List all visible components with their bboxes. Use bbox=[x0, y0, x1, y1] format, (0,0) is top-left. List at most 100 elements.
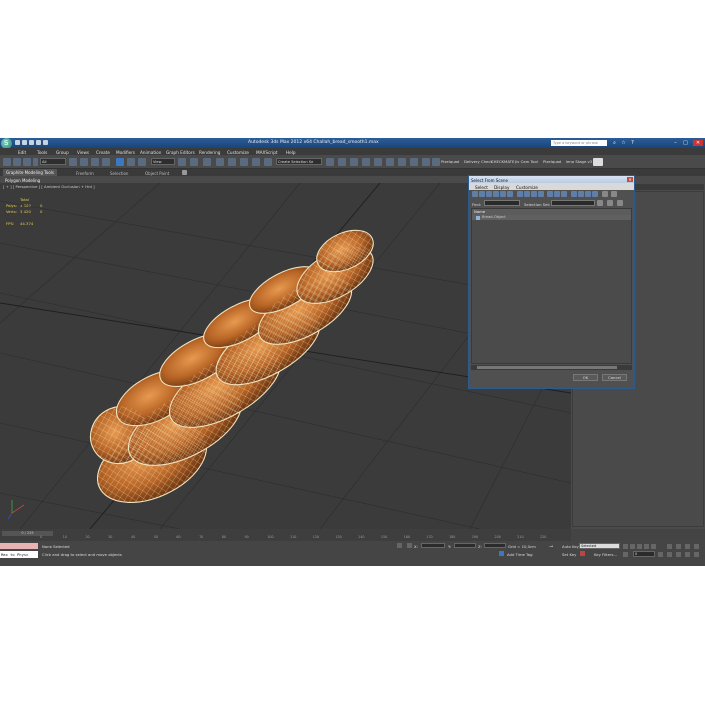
maximize-button[interactable]: □ bbox=[682, 140, 689, 146]
set-key-button[interactable]: Set Key bbox=[562, 552, 576, 557]
pin-icon[interactable] bbox=[607, 200, 613, 206]
tab-freeform[interactable]: Freeform bbox=[76, 171, 94, 176]
go-to-end-icon[interactable] bbox=[651, 544, 656, 549]
tab-object-paint[interactable]: Object Paint bbox=[145, 171, 169, 176]
pivot-icon[interactable] bbox=[178, 158, 186, 166]
sync-selection-icon[interactable] bbox=[571, 191, 577, 197]
search-icon[interactable]: ⌕ bbox=[611, 140, 618, 146]
auto-key-button[interactable]: Auto Key bbox=[562, 544, 579, 549]
reference-coord-dropdown[interactable]: View bbox=[151, 158, 175, 165]
rendered-frame-icon[interactable] bbox=[422, 158, 430, 166]
key-mode-toggle-icon[interactable] bbox=[623, 552, 628, 557]
menu-rendering[interactable]: Rendering bbox=[199, 150, 220, 155]
graphite-toggle-icon[interactable] bbox=[362, 158, 370, 166]
select-children-icon[interactable] bbox=[578, 191, 584, 197]
menu-graph-editors[interactable]: Graph Editors bbox=[166, 150, 195, 155]
ribbon-subtitle[interactable]: Polygon Modeling bbox=[5, 178, 40, 183]
absolute-mode-icon[interactable] bbox=[407, 543, 412, 548]
menu-views[interactable]: Views bbox=[77, 150, 89, 155]
edit-named-sets-icon[interactable] bbox=[264, 158, 272, 166]
tab-selection[interactable]: Selection bbox=[110, 171, 128, 176]
search-input[interactable]: Type a keyword or phrase bbox=[551, 140, 607, 146]
rotate-icon[interactable] bbox=[127, 158, 135, 166]
layer-manager-icon[interactable] bbox=[350, 158, 358, 166]
toolbar-pixelquad[interactable]: Pixelquad bbox=[441, 160, 459, 164]
key-selection-dropdown[interactable]: Selected bbox=[579, 543, 620, 549]
time-tag-icon[interactable] bbox=[499, 551, 504, 556]
undo-icon[interactable] bbox=[36, 139, 41, 145]
zoom-all-icon[interactable] bbox=[685, 544, 690, 549]
display-bones-icon[interactable] bbox=[531, 191, 537, 197]
new-file-icon[interactable] bbox=[15, 139, 20, 145]
set-key-icon[interactable] bbox=[580, 551, 585, 556]
star-icon[interactable]: ☆ bbox=[620, 140, 627, 146]
redo-icon[interactable] bbox=[43, 139, 48, 145]
toolbar-delivery-check[interactable]: Delivery Check bbox=[464, 160, 493, 164]
display-lights-icon[interactable] bbox=[486, 191, 492, 197]
clear-find-icon[interactable] bbox=[617, 200, 623, 206]
menu-edit[interactable]: Edit bbox=[18, 150, 26, 155]
angle-snap-icon[interactable] bbox=[228, 158, 236, 166]
redo-toolbar-icon[interactable] bbox=[13, 158, 21, 166]
list-horizontal-scrollbar[interactable] bbox=[471, 365, 632, 370]
undo-toolbar-icon[interactable] bbox=[3, 158, 11, 166]
dialog-title-bar[interactable]: Select From Scene ✕ bbox=[469, 176, 634, 183]
rect-select-icon[interactable] bbox=[91, 158, 99, 166]
current-frame-field[interactable]: 0 bbox=[633, 551, 655, 557]
field-of-view-icon[interactable] bbox=[667, 552, 672, 557]
scene-object-list[interactable]: Name Bread-Object bbox=[471, 208, 632, 364]
display-all-icon[interactable] bbox=[547, 191, 553, 197]
selection-filter-dropdown[interactable]: All bbox=[40, 158, 66, 165]
menu-tools[interactable]: Tools bbox=[37, 150, 47, 155]
x-coord-field[interactable] bbox=[421, 543, 445, 548]
maxscript-listener-input[interactable] bbox=[0, 543, 38, 549]
dialog-options-icon[interactable] bbox=[611, 191, 617, 197]
dialog-close-button[interactable]: ✕ bbox=[627, 177, 633, 182]
list-item[interactable]: Bread-Object bbox=[472, 215, 631, 220]
selection-set-chevron-down-icon[interactable] bbox=[597, 200, 603, 206]
material-editor-icon[interactable] bbox=[398, 158, 406, 166]
select-manipulate-icon[interactable] bbox=[190, 158, 198, 166]
toolbar-leno-stage[interactable]: leno Stage v3 bbox=[566, 160, 592, 164]
scale-icon[interactable] bbox=[138, 158, 146, 166]
z-coord-field[interactable] bbox=[484, 543, 506, 548]
toolbar-jiv-cam-tool[interactable]: Jiv Cam Tool bbox=[515, 160, 538, 164]
time-config-icon[interactable] bbox=[658, 552, 663, 557]
select-by-name-icon[interactable] bbox=[80, 158, 88, 166]
named-selection-dropdown[interactable]: Create Selection Se bbox=[276, 158, 322, 165]
minimize-button[interactable]: – bbox=[672, 140, 679, 146]
lock-selection-icon[interactable] bbox=[397, 543, 402, 548]
help-icon[interactable]: ? bbox=[629, 140, 636, 146]
track-bar[interactable]: 0 10 20 30 40 50 60 70 80 90 100 110 120 130 140 150 160… bbox=[40, 535, 560, 540]
orbit-icon[interactable] bbox=[676, 552, 681, 557]
snap-toggle-icon[interactable] bbox=[216, 158, 224, 166]
display-helpers-icon[interactable] bbox=[500, 191, 506, 197]
cancel-button[interactable]: Cancel bbox=[602, 374, 627, 381]
dialog-menu-display[interactable]: Display bbox=[494, 185, 509, 190]
menu-maxscript[interactable]: MAXScript bbox=[256, 150, 278, 155]
previous-frame-icon[interactable] bbox=[630, 544, 635, 549]
display-groups-icon[interactable] bbox=[517, 191, 523, 197]
select-object-icon[interactable] bbox=[69, 158, 77, 166]
walk-through-icon[interactable] bbox=[685, 552, 690, 557]
select-influences-icon[interactable] bbox=[592, 191, 598, 197]
percent-snap-icon[interactable] bbox=[240, 158, 248, 166]
display-invert-icon[interactable] bbox=[561, 191, 567, 197]
add-time-tag[interactable]: Add Time Tag bbox=[507, 552, 532, 557]
maxscript-mini-listener[interactable]: Max to Physc bbox=[0, 551, 38, 558]
go-to-start-icon[interactable] bbox=[623, 544, 628, 549]
menu-modifiers[interactable]: Modifiers bbox=[116, 150, 135, 155]
dialog-menu-select[interactable]: Select bbox=[475, 185, 488, 190]
bind-icon[interactable] bbox=[33, 158, 38, 166]
selection-set-dropdown[interactable] bbox=[551, 200, 595, 206]
display-cameras-icon[interactable] bbox=[493, 191, 499, 197]
mirror-icon[interactable] bbox=[326, 158, 334, 166]
select-dependents-icon[interactable] bbox=[585, 191, 591, 197]
render-icon[interactable] bbox=[432, 158, 440, 166]
move-icon[interactable] bbox=[116, 158, 124, 166]
open-file-icon[interactable] bbox=[22, 139, 27, 145]
menu-create[interactable]: Create bbox=[96, 150, 110, 155]
display-xrefs-icon[interactable] bbox=[524, 191, 530, 197]
display-containers-icon[interactable] bbox=[538, 191, 544, 197]
toolbar-checkmate[interactable]: CHECKMATE bbox=[491, 160, 514, 164]
